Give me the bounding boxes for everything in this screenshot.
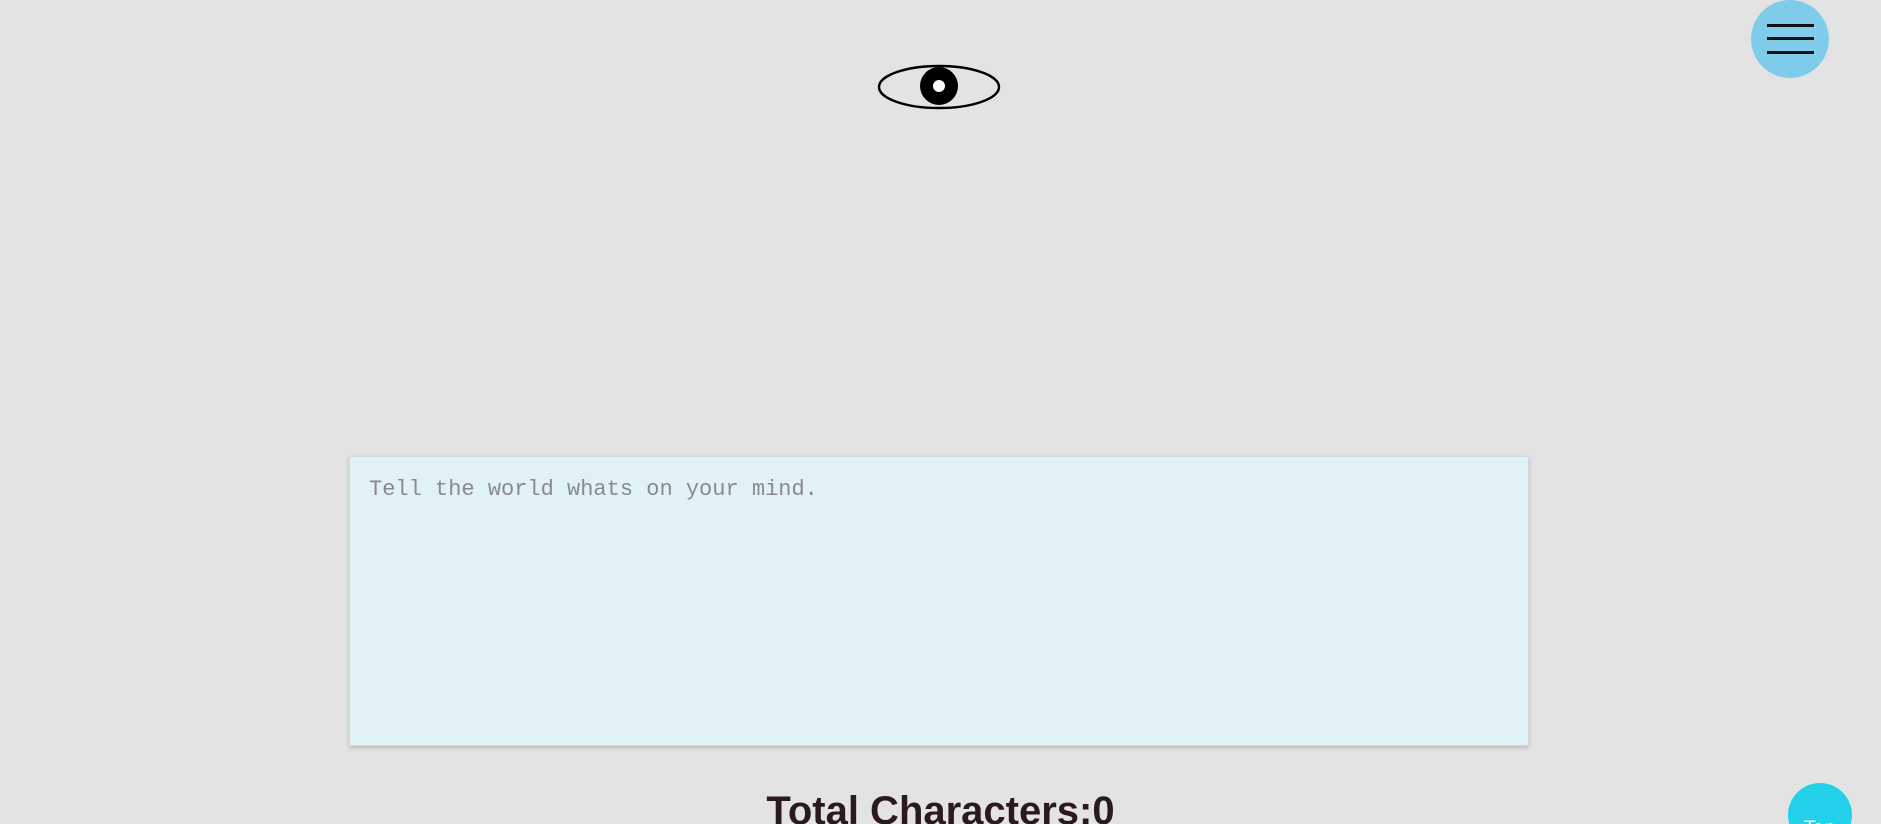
hamburger-menu-icon [1767, 24, 1814, 27]
menu-button[interactable] [1751, 0, 1829, 78]
page: Total Characters:0 Top [0, 0, 1881, 824]
character-counter-label: Total Characters: [766, 789, 1093, 824]
character-counter-value: 0 [1092, 789, 1115, 824]
character-counter: Total Characters:0 [0, 786, 1881, 824]
eye-icon [877, 64, 1001, 110]
hamburger-menu-icon-bar [1767, 37, 1814, 40]
hamburger-menu-icon-bar [1767, 51, 1814, 54]
post-textarea[interactable] [349, 456, 1529, 746]
